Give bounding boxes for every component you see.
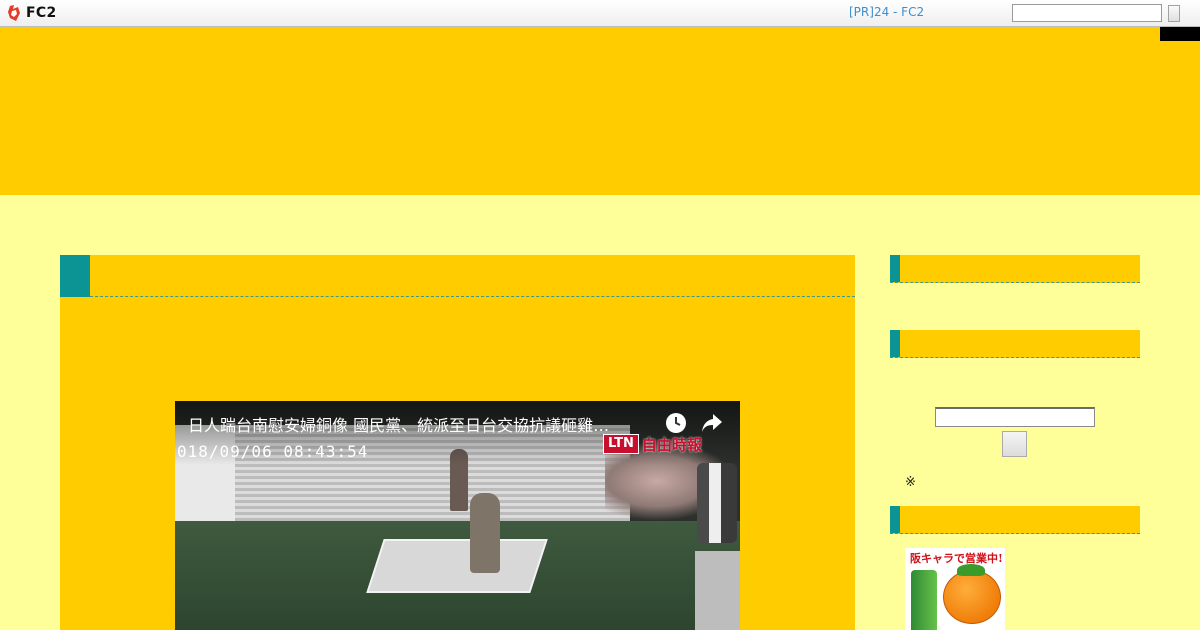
sidebar-marker-3 — [890, 506, 900, 533]
banner-mascot-leaf — [957, 564, 985, 576]
channel-name: 自由時報 — [641, 435, 702, 454]
sidebar-search-button[interactable] — [1002, 431, 1027, 457]
fc2-logo[interactable]: FC2 — [7, 3, 56, 23]
blog-header — [0, 27, 1200, 195]
pr-link[interactable]: [PR]24 - FC2 — [849, 5, 924, 19]
video-scene-person — [470, 493, 500, 573]
fc2-toolbar: FC2 [PR]24 - FC2 — [0, 0, 1200, 27]
video-title[interactable]: 日人踹台南慰安婦銅像 國民黨、統派至日台交協抗議砸雞… — [188, 412, 658, 436]
video-timestamp: 018/09/06 08:43:54 — [177, 442, 369, 461]
sidebar-banner[interactable]: 阪キャラで営業中! — [905, 548, 1005, 630]
sidebar-marker-2 — [890, 330, 900, 357]
logo-text: FC2 — [26, 5, 57, 21]
video-scene-floor-right — [695, 551, 740, 630]
header-black-tab[interactable] — [1160, 27, 1200, 41]
entry-title-bar — [60, 255, 855, 297]
entry-title-marker — [60, 255, 90, 297]
fc2-logo-icon — [8, 5, 20, 21]
clock-icon[interactable] — [665, 412, 687, 434]
sidebar-title-bar-2 — [890, 330, 1140, 358]
banner-bottle-image — [911, 570, 937, 630]
main-entry: 日人踹台南慰安婦銅像 國民黨、統派至日台交協抗議砸雞… 018/09/06 08… — [60, 255, 855, 630]
sidebar-search-input[interactable] — [935, 407, 1095, 427]
toolbar-search-button[interactable] — [1168, 5, 1180, 22]
banner-mascot-image — [943, 570, 1001, 624]
channel-watermark: LTN 自由時報 — [603, 434, 702, 454]
sidebar-marker-1 — [890, 255, 900, 282]
embedded-video[interactable]: 日人踹台南慰安婦銅像 國民黨、統派至日台交協抗議砸雞… 018/09/06 08… — [175, 401, 740, 630]
banner-text: 阪キャラで営業中! — [910, 552, 1003, 565]
sidebar-title-bar-1 — [890, 255, 1140, 283]
channel-badge: LTN — [603, 434, 639, 454]
share-icon[interactable] — [701, 413, 723, 433]
video-scene-plinth — [366, 539, 548, 593]
toolbar-search-input[interactable] — [1012, 4, 1162, 22]
video-scene-bystanders — [697, 463, 737, 543]
sidebar-note-mark: ※ — [905, 475, 916, 490]
sidebar-title-bar-3 — [890, 506, 1140, 534]
